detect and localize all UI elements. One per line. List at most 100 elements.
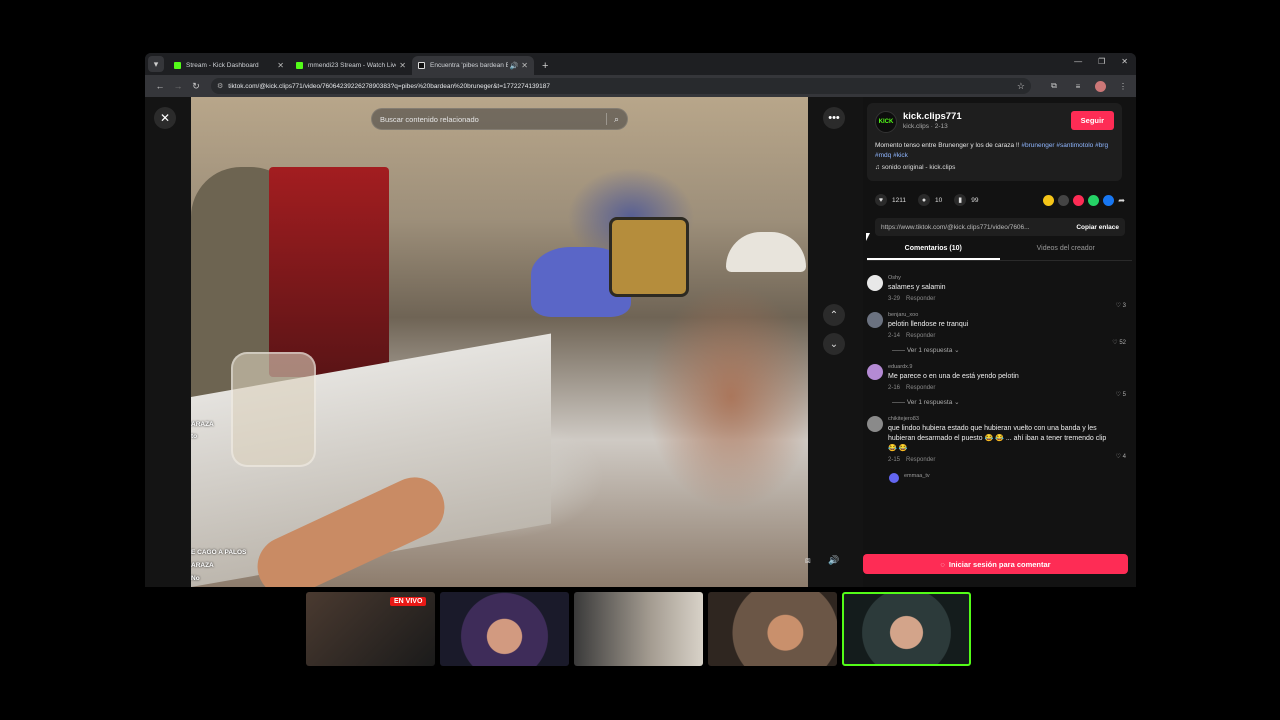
reload-icon[interactable]: ↻ xyxy=(187,81,205,92)
side-panel: KICK kick.clips771 kick.clips · 2-13 Seg… xyxy=(863,97,1136,587)
avatar[interactable] xyxy=(867,312,883,328)
mouse-cursor-icon xyxy=(866,233,874,241)
profile-avatar[interactable] xyxy=(1095,80,1106,92)
comment-like-button[interactable]: ♡ 52 xyxy=(1112,339,1126,346)
reply-button[interactable]: Responder xyxy=(906,385,935,391)
login-to-comment-button[interactable]: ◌ Iniciar sesión para comentar xyxy=(863,554,1128,574)
url-field[interactable]: ⚙ tiktok.com/@kick.clips771/video/760642… xyxy=(211,78,1031,94)
comment-item: benjaru_xoo pelotin llendose re tranqui … xyxy=(867,312,1132,354)
tab-search-icon[interactable]: ▾ xyxy=(148,56,164,72)
hashtag-link[interactable]: #mdq xyxy=(875,152,891,159)
close-tab-icon[interactable]: ✕ xyxy=(277,61,284,70)
url-text: tiktok.com/@kick.clips771/video/76064239… xyxy=(228,82,551,90)
author-avatar[interactable]: KICK xyxy=(875,111,897,133)
like-button[interactable]: ♥ 1211 xyxy=(875,194,906,206)
view-replies-button[interactable]: —— Ver 1 respuesta ⌄ xyxy=(892,346,1116,354)
minimize-icon[interactable]: — xyxy=(1074,57,1082,66)
share-link-text[interactable]: https://www.tiktok.com/@kick.clips771/vi… xyxy=(881,224,1070,231)
comment-date: 2-15 xyxy=(888,457,901,463)
comment-like-button[interactable]: ♡ 3 xyxy=(1116,302,1126,309)
pip-icon[interactable]: ⧈ xyxy=(805,555,811,566)
reply-button[interactable]: Responder xyxy=(906,457,935,463)
close-window-icon[interactable]: ✕ xyxy=(1121,57,1128,66)
share-friends-icon[interactable] xyxy=(1043,194,1055,206)
avatar[interactable] xyxy=(889,473,899,483)
site-info-icon[interactable]: ⚙ xyxy=(217,82,223,90)
hashtag-link[interactable]: #kick xyxy=(893,152,908,159)
comment-icon: ● xyxy=(917,194,930,206)
new-tab-icon[interactable]: + xyxy=(542,60,548,72)
tab-kick-stream[interactable]: mmendi23 Stream - Watch Live ✕ xyxy=(290,56,412,75)
avatar[interactable] xyxy=(867,364,883,380)
reply-button[interactable]: Responder xyxy=(906,333,935,339)
heart-outline-icon: ♡ xyxy=(1115,303,1121,309)
login-label: Iniciar sesión para comentar xyxy=(948,559,1051,569)
maximize-icon[interactable]: ❐ xyxy=(1098,57,1105,66)
related-search-input[interactable]: Buscar contenido relacionado ⌕ xyxy=(371,108,628,130)
forward-icon[interactable]: → xyxy=(169,81,187,91)
webcam-tile xyxy=(440,592,569,666)
tab-creator-videos[interactable]: Videos del creador xyxy=(1000,243,1133,260)
tab-tiktok[interactable]: Encuentra 'pibes bardean B 🔊 ✕ xyxy=(412,56,534,75)
whatsapp-icon[interactable] xyxy=(1088,194,1100,206)
next-video-icon[interactable]: ⌄ xyxy=(823,333,845,355)
extensions-icon[interactable]: ⧉ xyxy=(1047,79,1061,93)
heart-outline-icon: ♡ xyxy=(1115,392,1121,398)
comment-button[interactable]: ● 10 xyxy=(917,194,942,206)
speaker-icon[interactable]: 🔊 xyxy=(510,62,519,70)
previous-video-icon[interactable]: ⌃ xyxy=(823,304,845,326)
comment-item: chikitejero83 que lindoo hubiera estado … xyxy=(867,416,1132,463)
share-tiktok-icon[interactable] xyxy=(1073,194,1085,206)
tab-comments[interactable]: Comentarios (10) xyxy=(867,243,1000,260)
hashtag-link[interactable]: #brunenger xyxy=(1021,142,1054,149)
hashtag-link[interactable]: #santimotolo xyxy=(1056,142,1093,149)
comment-user[interactable]: Oshy xyxy=(888,275,1116,281)
comment-user[interactable]: chikitejero83 xyxy=(888,416,1116,422)
media-control-icon[interactable]: ≡ xyxy=(1071,79,1085,93)
close-tab-icon[interactable]: ✕ xyxy=(521,61,528,70)
embed-icon[interactable] xyxy=(1058,194,1070,206)
video-jar xyxy=(231,352,316,467)
like-count: 1211 xyxy=(892,196,906,204)
avatar[interactable] xyxy=(867,416,883,432)
browser-menu-icon[interactable]: ⋮ xyxy=(1116,79,1130,93)
tab-kick-dashboard[interactable]: Stream - Kick Dashboard ✕ xyxy=(168,56,290,75)
kick-favicon-icon xyxy=(174,62,181,69)
search-icon[interactable]: ⌕ xyxy=(614,114,619,125)
webcam-tile-active xyxy=(842,592,971,666)
comment-tabs: Comentarios (10) Videos del creador xyxy=(867,243,1132,261)
reply-button[interactable]: Responder xyxy=(906,296,935,302)
comment-like-button[interactable]: ♡ 4 xyxy=(1116,453,1126,460)
share-arrow-icon[interactable]: ➦ xyxy=(1118,196,1125,205)
copy-link-button[interactable]: Copiar enlace xyxy=(1076,224,1119,231)
comment-user[interactable]: emmaa_tv xyxy=(904,473,1116,479)
author-username[interactable]: kick.clips771 xyxy=(903,111,1071,122)
avatar[interactable] xyxy=(867,275,883,291)
live-badge: EN VIVO xyxy=(390,597,427,606)
sound-link[interactable]: ♫ sonido original - kick.clips xyxy=(875,164,1114,171)
back-icon[interactable]: ← xyxy=(151,81,169,91)
video-overlay-text: No xyxy=(191,575,200,582)
hashtag-link[interactable]: #brg xyxy=(1095,142,1108,149)
related-search-placeholder: Buscar contenido relacionado xyxy=(380,114,479,124)
comment-like-count: 4 xyxy=(1122,454,1126,460)
follow-button[interactable]: Seguir xyxy=(1070,111,1114,130)
close-tab-icon[interactable]: ✕ xyxy=(399,61,406,70)
comment-text: pelotin llendose re tranqui xyxy=(888,321,969,328)
save-button[interactable]: ▮ 99 xyxy=(954,194,978,206)
volume-icon[interactable]: 🔊 xyxy=(828,555,839,566)
comment-like-button[interactable]: ♡ 5 xyxy=(1116,391,1126,398)
view-replies-button[interactable]: —— Ver 1 respuesta ⌄ xyxy=(892,398,1116,406)
comment-user[interactable]: eduardx.9 xyxy=(888,364,1116,370)
video-player[interactable]: Buscar contenido relacionado ⌕ ARAZA to … xyxy=(191,97,808,587)
facebook-icon[interactable] xyxy=(1103,194,1115,206)
bookmark-star-icon[interactable]: ☆ xyxy=(1017,81,1025,92)
close-icon[interactable]: ✕ xyxy=(154,107,176,129)
heart-outline-icon: ♡ xyxy=(1115,454,1121,460)
comment-user[interactable]: benjaru_xoo xyxy=(888,312,1116,318)
video-overlay-text: ARAZA xyxy=(191,421,214,428)
more-options-icon[interactable]: ••• xyxy=(823,107,845,129)
save-count: 99 xyxy=(971,196,979,204)
comment-date: 3-29 xyxy=(888,296,901,302)
comment-item: Oshy salames y salamin 3-29 Responder ♡ 3 xyxy=(867,275,1132,309)
